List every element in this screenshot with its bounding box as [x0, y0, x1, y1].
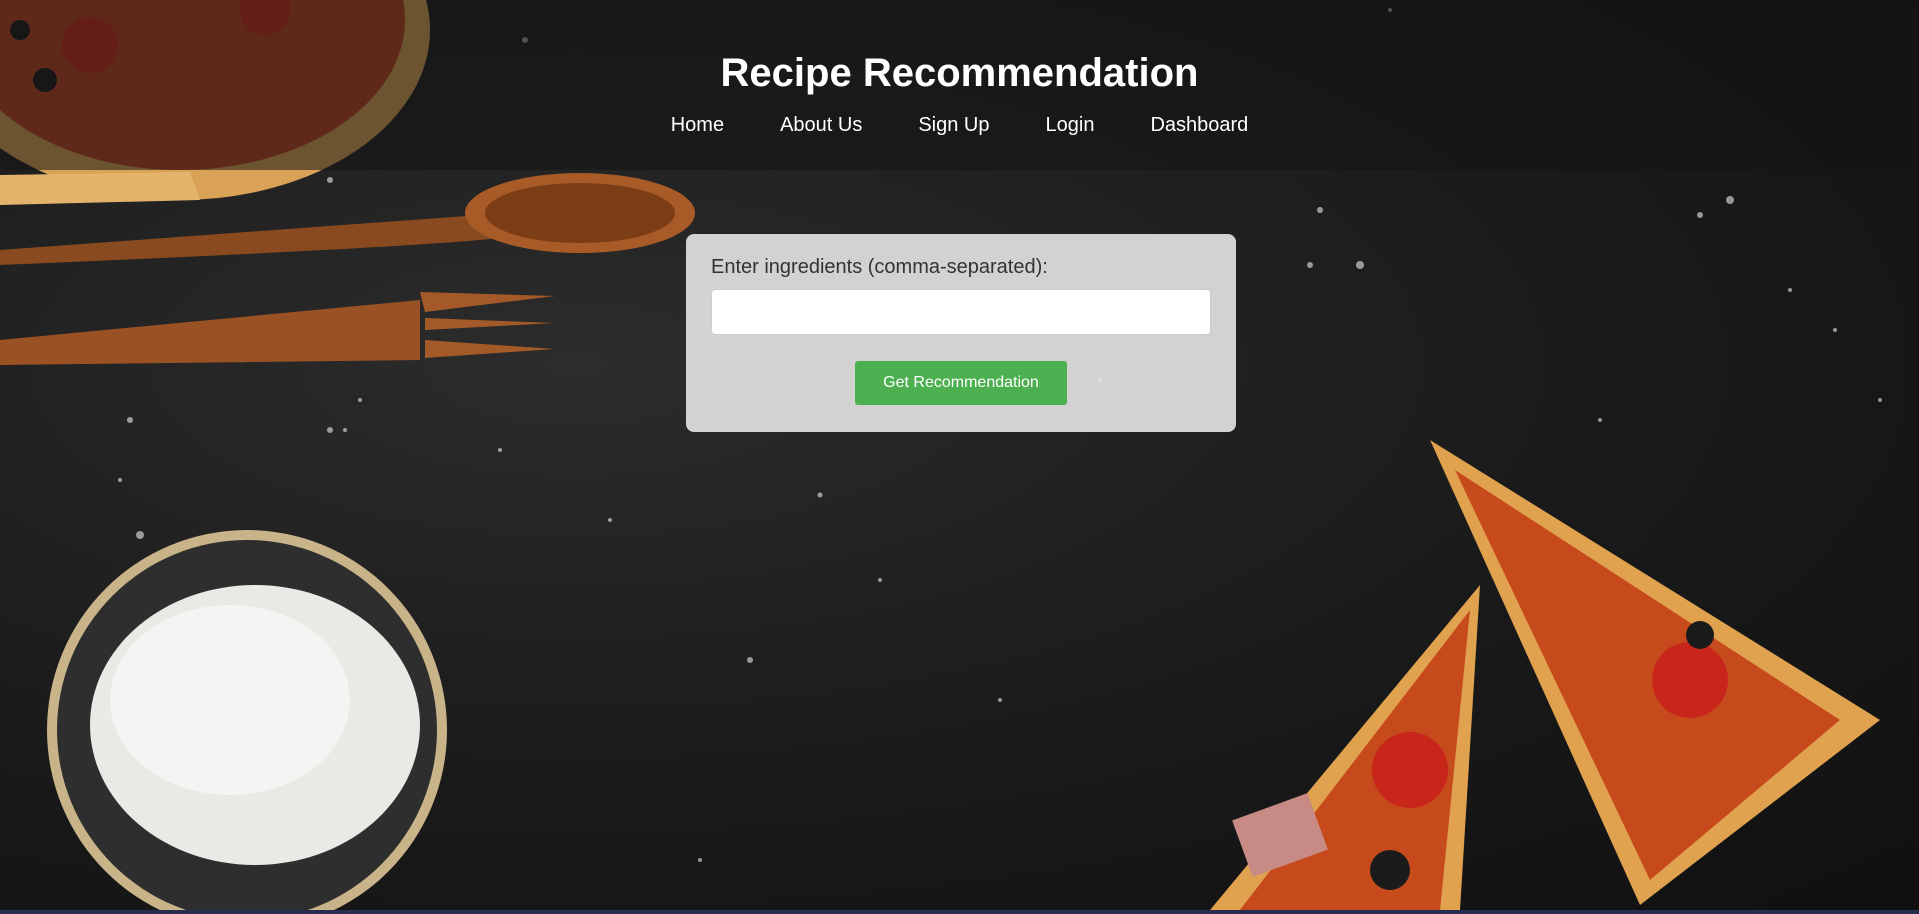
- ingredients-label: Enter ingredients (comma-separated):: [711, 256, 1048, 278]
- pizza-slice-icon: [1210, 440, 1880, 910]
- site-header: Recipe Recommendation Home About Us Sign…: [0, 0, 1919, 170]
- ingredients-input[interactable]: [711, 289, 1211, 335]
- nav-login[interactable]: Login: [1018, 108, 1123, 143]
- flour-bowl-icon: [47, 530, 447, 910]
- page-title: Recipe Recommendation: [720, 51, 1199, 95]
- wooden-fork-icon: [0, 292, 555, 365]
- main-nav: Home About Us Sign Up Login Dashboard: [0, 108, 1919, 143]
- nav-home[interactable]: Home: [643, 108, 752, 143]
- nav-dashboard[interactable]: Dashboard: [1122, 108, 1276, 143]
- nav-sign-up[interactable]: Sign Up: [890, 108, 1017, 143]
- nav-about-us[interactable]: About Us: [752, 108, 890, 143]
- bottom-strip: [0, 910, 1919, 914]
- get-recommendation-button[interactable]: Get Recommendation: [855, 361, 1067, 405]
- recommendation-form: Enter ingredients (comma-separated): Get…: [686, 234, 1236, 432]
